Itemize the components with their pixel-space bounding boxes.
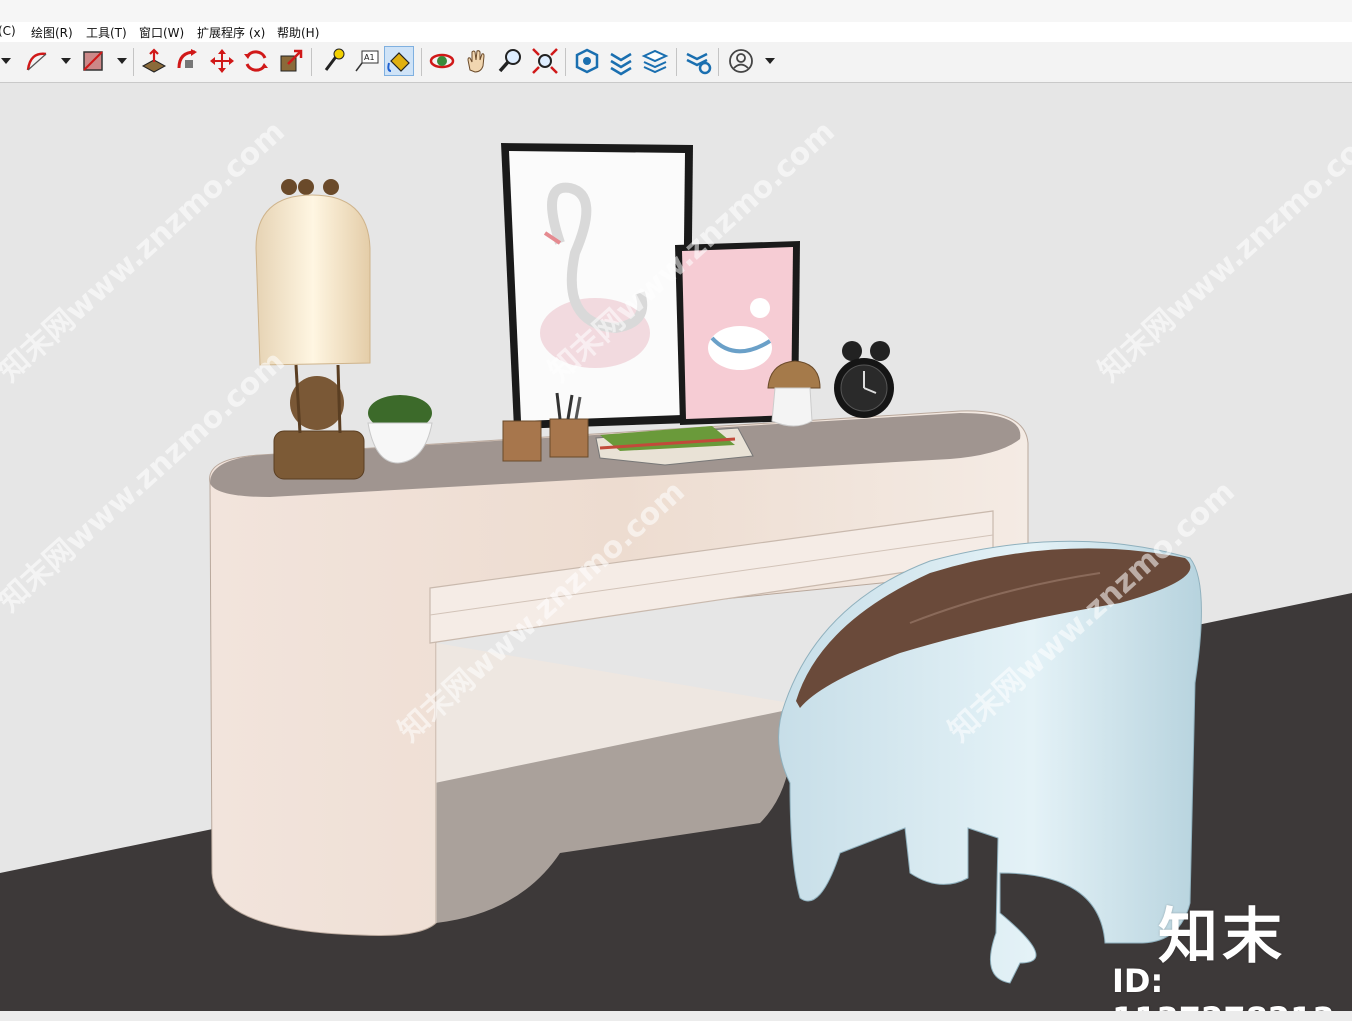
menu-window[interactable]: 窗口(W) [139, 24, 184, 41]
main-toolbar: A1 [0, 42, 1352, 83]
extension-warehouse-icon[interactable] [606, 46, 636, 76]
model-viewport[interactable]: 知末网www.znzmo.com 知末网www.znzmo.com 知末网www… [0, 83, 1352, 1011]
scale-icon[interactable] [276, 46, 306, 76]
menu-camera[interactable]: (C) [0, 24, 16, 38]
toolbar-separator [676, 48, 677, 76]
toolbar-separator [421, 48, 422, 76]
zoom-extents-icon[interactable] [530, 46, 560, 76]
dropdown-arrow-icon[interactable] [108, 46, 128, 76]
dropdown-arrow-icon[interactable] [52, 46, 72, 76]
zoom-icon[interactable] [495, 46, 525, 76]
toolbar-separator [565, 48, 566, 76]
account-icon[interactable] [726, 46, 756, 76]
menu-tools[interactable]: 工具(T) [86, 24, 127, 41]
arc-tool-icon[interactable] [22, 46, 52, 76]
menu-help[interactable]: 帮助(H) [277, 24, 319, 41]
rotate-icon[interactable] [241, 46, 271, 76]
window-title-strip [0, 0, 1352, 22]
follow-me-icon[interactable] [173, 46, 203, 76]
text-tool-icon[interactable]: A1 [352, 46, 382, 76]
menu-draw[interactable]: 绘图(R) [31, 24, 73, 41]
push-pull-icon[interactable] [139, 46, 169, 76]
extension-manager-icon[interactable] [683, 46, 713, 76]
shape-tool-icon[interactable] [78, 46, 108, 76]
layout-icon[interactable] [640, 46, 670, 76]
tape-measure-icon[interactable] [318, 46, 348, 76]
scene-canvas[interactable]: 知末网www.znzmo.com 知末网www.znzmo.com 知末网www… [0, 83, 1352, 1011]
paint-bucket-icon[interactable] [384, 46, 414, 76]
menu-bar: (C) 绘图(R) 工具(T) 窗口(W) 扩展程序 (x) 帮助(H) [0, 22, 1352, 42]
svg-text:A1: A1 [364, 53, 375, 62]
warehouse-icon[interactable] [572, 46, 602, 76]
dropdown-arrow-icon[interactable] [756, 46, 776, 76]
toolbar-separator [718, 48, 719, 76]
move-icon[interactable] [207, 46, 237, 76]
status-bar [0, 1011, 1352, 1021]
pan-icon[interactable] [461, 46, 491, 76]
orbit-icon[interactable] [427, 46, 457, 76]
toolbar-separator [311, 48, 312, 76]
toolbar-separator [133, 48, 134, 76]
dropdown-arrow-icon[interactable] [0, 46, 12, 76]
model-id-text: ID: 1137278213 [1112, 962, 1335, 1011]
menu-extensions[interactable]: 扩展程序 (x) [197, 24, 265, 41]
